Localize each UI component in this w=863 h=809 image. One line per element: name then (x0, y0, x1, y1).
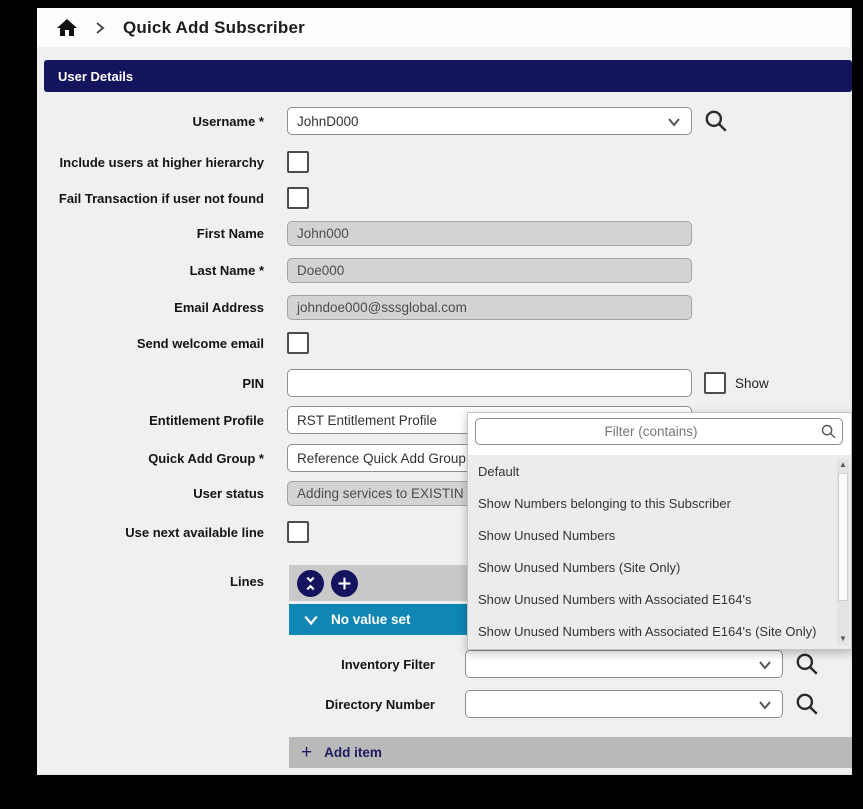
chevron-down-icon (758, 658, 772, 672)
first-name-field: John000 (287, 221, 692, 246)
inventory-filter-search-icon[interactable] (794, 651, 820, 677)
send-welcome-checkbox[interactable] (287, 332, 309, 354)
first-name-label: First Name (37, 226, 264, 241)
chevron-down-icon (303, 612, 319, 628)
lines-label: Lines (37, 574, 264, 589)
username-label: Username * (37, 114, 264, 129)
collapse-all-button[interactable] (297, 570, 324, 597)
page-title: Quick Add Subscriber (123, 18, 305, 38)
email-label: Email Address (37, 300, 264, 315)
dropdown-option[interactable]: Show Unused Numbers with Associated E164… (468, 615, 851, 647)
use-next-line-checkbox[interactable] (287, 521, 309, 543)
chevron-down-icon (667, 115, 681, 129)
scroll-down-icon[interactable]: ▼ (837, 633, 849, 645)
send-welcome-label: Send welcome email (37, 336, 264, 351)
email-field: johndoe000@sssglobal.com (287, 295, 692, 320)
use-next-line-label: Use next available line (37, 525, 264, 540)
pin-show-label: Show (735, 376, 769, 391)
pin-label: PIN (37, 376, 264, 391)
section-title: User Details (58, 69, 133, 84)
pin-input[interactable] (287, 369, 692, 397)
home-icon[interactable] (55, 16, 79, 40)
dropdown-option[interactable]: Show Unused Numbers with Associated E164… (468, 583, 851, 615)
dropdown-scrollbar[interactable]: ▲ ▼ (837, 459, 849, 645)
username-combobox[interactable]: JohnD000 (287, 107, 692, 135)
last-name-label: Last Name * (37, 263, 264, 278)
entitlement-profile-label: Entitlement Profile (37, 413, 264, 428)
plus-icon: + (301, 743, 312, 762)
fail-transaction-label: Fail Transaction if user not found (37, 191, 264, 206)
user-details-section-header: User Details (44, 60, 852, 92)
scrollbar-thumb[interactable] (838, 473, 848, 601)
entitlement-profile-value: RST Entitlement Profile (297, 413, 437, 428)
directory-number-combobox[interactable] (465, 690, 783, 718)
add-item-label: Add item (324, 745, 382, 760)
dropdown-option[interactable]: Show Unused Numbers (Site Only) (468, 551, 851, 583)
dropdown-option-list: Default Show Numbers belonging to this S… (468, 455, 851, 649)
last-name-field: Doe000 (287, 258, 692, 283)
directory-number-label: Directory Number (289, 697, 435, 712)
user-status-label: User status (37, 486, 264, 501)
username-value: JohnD000 (297, 114, 359, 129)
add-line-button[interactable] (331, 570, 358, 597)
username-search-icon[interactable] (703, 108, 729, 134)
dropdown-filter-input[interactable] (475, 418, 843, 445)
quick-add-group-value: Reference Quick Add Group (297, 451, 466, 466)
dropdown-option[interactable]: Default (468, 455, 851, 487)
inventory-filter-label: Inventory Filter (289, 657, 435, 672)
quick-add-subscriber-page: Quick Add Subscriber User Details Userna… (37, 8, 852, 775)
quick-add-group-label: Quick Add Group * (37, 451, 264, 466)
page-header: Quick Add Subscriber (37, 8, 850, 47)
dropdown-option[interactable]: Show Unused Numbers (468, 519, 851, 551)
filter-search-icon (820, 423, 837, 440)
add-item-button[interactable]: + Add item (289, 737, 852, 768)
scroll-up-icon[interactable]: ▲ (837, 459, 849, 471)
fail-transaction-checkbox[interactable] (287, 187, 309, 209)
line-item-header-label: No value set (331, 612, 411, 627)
include-users-label: Include users at higher hierarchy (37, 155, 264, 170)
inventory-filter-combobox[interactable] (465, 650, 783, 678)
dropdown-option[interactable]: Show Numbers belonging to this Subscribe… (468, 487, 851, 519)
include-users-checkbox[interactable] (287, 151, 309, 173)
directory-number-search-icon[interactable] (794, 691, 820, 717)
chevron-down-icon (758, 698, 772, 712)
chevron-right-icon (93, 21, 107, 35)
pin-show-checkbox[interactable] (704, 372, 726, 394)
inventory-filter-dropdown: Default Show Numbers belonging to this S… (467, 412, 852, 650)
